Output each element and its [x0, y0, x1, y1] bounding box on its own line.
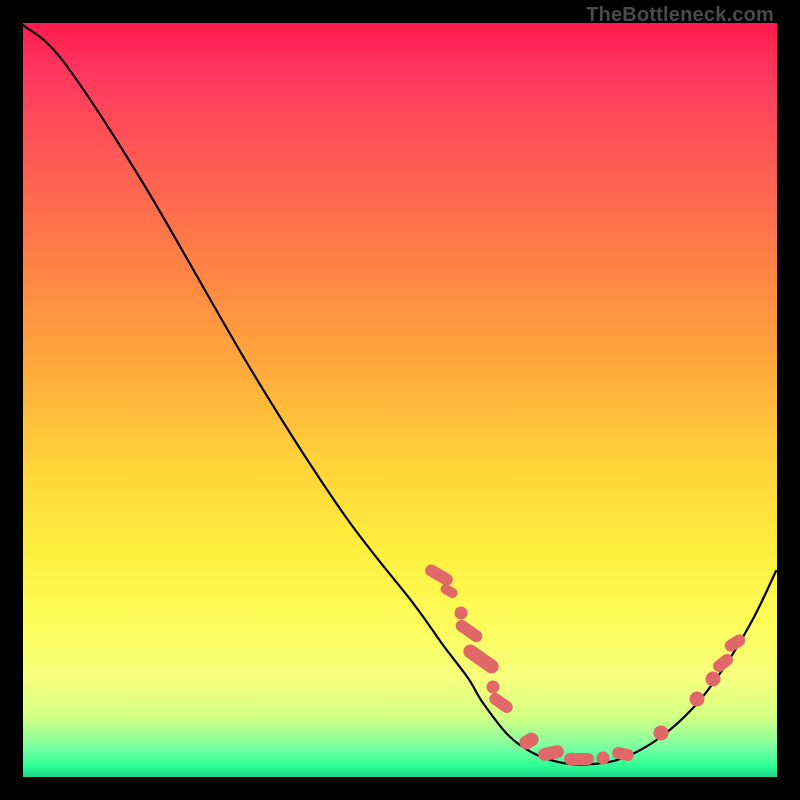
- marker-pill: [487, 691, 515, 716]
- marker-pill: [423, 562, 455, 587]
- marker-pill: [517, 730, 541, 752]
- chart-svg: [23, 23, 777, 777]
- marker-pill: [453, 617, 484, 644]
- bottleneck-curve: [23, 25, 776, 765]
- chart-frame: [23, 23, 777, 777]
- marker-pill: [564, 753, 594, 765]
- marker-dot: [487, 681, 499, 693]
- marker-dot: [690, 692, 704, 706]
- marker-dot: [597, 752, 609, 764]
- watermark-text: TheBottleneck.com: [586, 4, 774, 27]
- marker-dot: [455, 607, 467, 619]
- marker-dot: [654, 726, 668, 740]
- curve-markers: [423, 562, 747, 765]
- marker-dot: [706, 672, 720, 686]
- marker-pill: [537, 744, 565, 762]
- marker-pill: [461, 642, 502, 676]
